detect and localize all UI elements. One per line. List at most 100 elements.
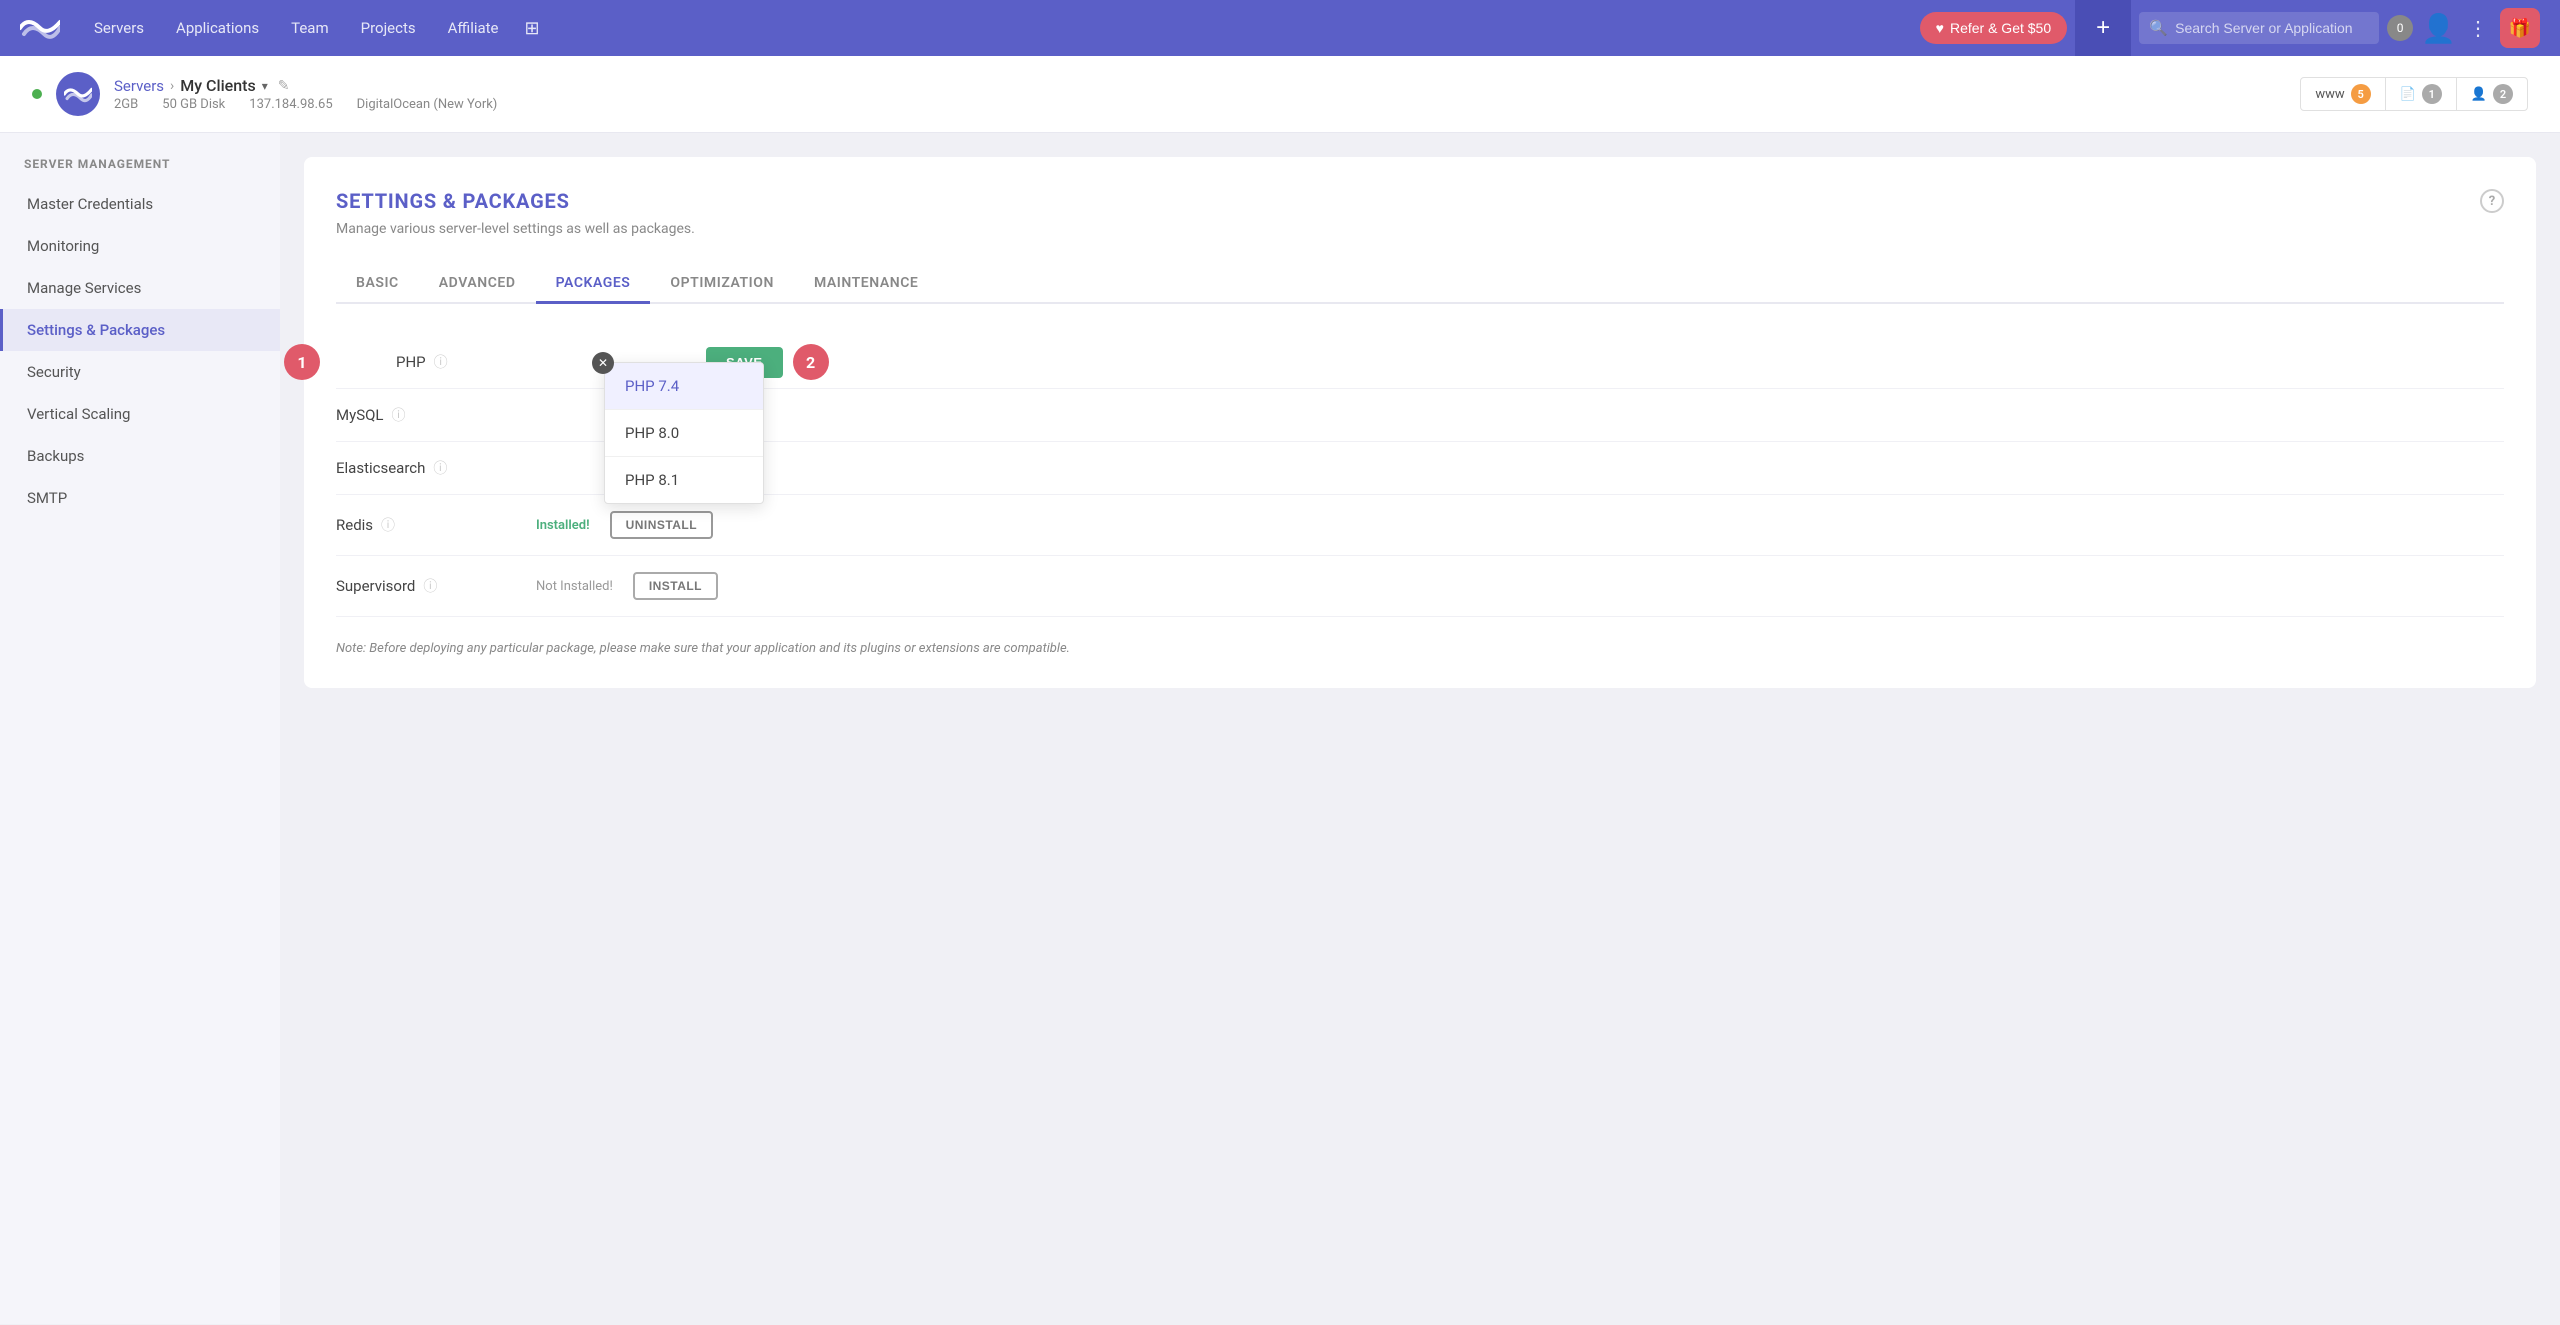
sidebar-item-vertical-scaling[interactable]: Vertical Scaling (0, 393, 280, 435)
breadcrumb: Servers › My Clients ▾ ✎ (114, 76, 497, 95)
supervisord-info-icon[interactable]: ⓘ (423, 576, 437, 596)
nav-team[interactable]: Team (277, 11, 343, 45)
redis-info-icon[interactable]: ⓘ (381, 515, 395, 535)
server-provider-logo (56, 72, 100, 116)
sidebar-item-monitoring[interactable]: Monitoring (0, 225, 280, 267)
supervisord-install-button[interactable]: INSTALL (633, 572, 718, 600)
help-icon[interactable]: ? (2480, 189, 2504, 213)
notification-badge[interactable]: 0 (2387, 15, 2413, 41)
tab-advanced[interactable]: ADVANCED (419, 265, 536, 304)
sidebar-item-master-credentials[interactable]: Master Credentials (0, 183, 280, 225)
redis-control: Installed! UNINSTALL (536, 511, 713, 539)
redis-name: Redis (336, 516, 373, 534)
redis-status: Installed! (536, 518, 590, 533)
step-2-badge: 2 (793, 344, 829, 380)
server-ram: 2GB (114, 97, 138, 112)
refer-button[interactable]: ♥ Refer & Get $50 (1920, 12, 2067, 44)
step-1-badge: 1 (284, 344, 320, 380)
php-name: PHP (396, 353, 426, 371)
tabs: BASIC ADVANCED PACKAGES OPTIMIZATION MAI… (336, 265, 2504, 304)
server-edit-icon[interactable]: ✎ (278, 78, 290, 94)
search-input[interactable] (2139, 12, 2379, 44)
badge-group: www 5 📄 1 👤 2 (2300, 77, 2528, 111)
content-area: ? SETTINGS & PACKAGES Manage various ser… (280, 133, 2560, 1324)
package-row-redis: Redis ⓘ Installed! UNINSTALL (336, 495, 2504, 556)
server-ip: 137.184.98.65 (249, 97, 332, 112)
grid-icon[interactable]: ⊞ (517, 10, 548, 47)
nav-affiliate[interactable]: Affiliate (434, 11, 513, 45)
mysql-name: MySQL (336, 406, 384, 424)
nav-applications[interactable]: Applications (162, 11, 273, 45)
tab-packages[interactable]: PACKAGES (536, 265, 651, 304)
server-meta: 2GB 50 GB Disk 137.184.98.65 DigitalOcea… (114, 97, 497, 112)
server-provider: DigitalOcean (New York) (357, 97, 498, 112)
content-card: ? SETTINGS & PACKAGES Manage various ser… (304, 157, 2536, 688)
nav-projects[interactable]: Projects (347, 11, 430, 45)
servers-breadcrumb-link[interactable]: Servers (114, 77, 164, 95)
server-info: Servers › My Clients ▾ ✎ 2GB 50 GB Disk … (32, 72, 497, 116)
redis-uninstall-button[interactable]: UNINSTALL (610, 511, 713, 539)
avatar[interactable]: 👤 (2421, 12, 2456, 45)
heart-icon: ♥ (1936, 20, 1944, 36)
server-status-dot (32, 89, 42, 99)
supervisord-label: Supervisord ⓘ (336, 576, 536, 596)
badge-users[interactable]: 👤 2 (2457, 78, 2527, 110)
server-name: My Clients (180, 76, 255, 95)
supervisord-name: Supervisord (336, 577, 415, 595)
search-wrapper: 🔍 (2139, 12, 2379, 44)
badge-www[interactable]: www 5 (2301, 78, 2385, 110)
users-icon: 👤 (2471, 87, 2487, 102)
users-count: 2 (2493, 84, 2513, 104)
plus-button[interactable]: + (2075, 0, 2131, 56)
logo[interactable] (20, 14, 60, 42)
php-info-icon[interactable]: ⓘ (434, 352, 448, 372)
php-label: PHP ⓘ (396, 352, 596, 372)
page-title: SETTINGS & PACKAGES (336, 189, 2504, 213)
dropdown-close-button[interactable]: ✕ (592, 352, 614, 374)
mysql-label: MySQL ⓘ (336, 405, 536, 425)
tab-optimization[interactable]: OPTIMIZATION (650, 265, 794, 304)
php-option-80[interactable]: PHP 8.0 (605, 410, 763, 457)
www-count: 5 (2351, 84, 2371, 104)
www-label: www (2315, 87, 2344, 102)
server-name-dropdown[interactable]: ▾ (262, 79, 268, 93)
gift-button[interactable]: 🎁 (2500, 8, 2540, 48)
redis-label: Redis ⓘ (336, 515, 536, 535)
package-row-supervisord: Supervisord ⓘ Not Installed! INSTALL (336, 556, 2504, 617)
elasticsearch-info-icon[interactable]: ⓘ (433, 458, 447, 478)
top-navigation: Servers Applications Team Projects Affil… (0, 0, 2560, 56)
supervisord-control: Not Installed! INSTALL (536, 572, 718, 600)
sidebar: Server Management Master Credentials Mon… (0, 133, 280, 1324)
sidebar-item-smtp[interactable]: SMTP (0, 477, 280, 519)
file-icon: 📄 (2400, 87, 2416, 102)
elasticsearch-name: Elasticsearch (336, 459, 425, 477)
server-badges: www 5 📄 1 👤 2 (2300, 77, 2528, 111)
supervisord-status: Not Installed! (536, 579, 613, 594)
php-option-81[interactable]: PHP 8.1 (605, 457, 763, 503)
nav-servers[interactable]: Servers (80, 11, 158, 45)
main-layout: Server Management Master Credentials Mon… (0, 133, 2560, 1324)
nav-links: Servers Applications Team Projects Affil… (80, 10, 1920, 47)
elasticsearch-label: Elasticsearch ⓘ (336, 458, 536, 478)
breadcrumb-arrow: › (170, 78, 174, 94)
menu-dots-icon[interactable]: ⋮ (2464, 12, 2492, 44)
sidebar-item-settings-packages[interactable]: Settings & Packages (0, 309, 280, 351)
page-subtitle: Manage various server-level settings as … (336, 221, 2504, 237)
sidebar-item-security[interactable]: Security (0, 351, 280, 393)
mysql-info-icon[interactable]: ⓘ (392, 405, 406, 425)
tab-maintenance[interactable]: MAINTENANCE (794, 265, 938, 304)
server-details: Servers › My Clients ▾ ✎ 2GB 50 GB Disk … (114, 76, 497, 112)
sidebar-item-manage-services[interactable]: Manage Services (0, 267, 280, 309)
files-count: 1 (2422, 84, 2442, 104)
compatibility-note: Note: Before deploying any particular pa… (336, 641, 2504, 656)
sidebar-section-title: Server Management (0, 157, 280, 183)
package-row-php: 1 PHP ⓘ ✕ PHP 7.4 PHP 8.0 PHP 8.1 SA (336, 336, 2504, 389)
php-option-74[interactable]: PHP 7.4 (605, 363, 763, 410)
php-dropdown-menu: PHP 7.4 PHP 8.0 PHP 8.1 (604, 362, 764, 504)
nav-right: ♥ Refer & Get $50 + 🔍 0 👤 ⋮ 🎁 (1920, 0, 2540, 56)
tab-basic[interactable]: BASIC (336, 265, 419, 304)
sidebar-item-backups[interactable]: Backups (0, 435, 280, 477)
server-disk: 50 GB Disk (162, 97, 225, 112)
server-header: Servers › My Clients ▾ ✎ 2GB 50 GB Disk … (0, 56, 2560, 133)
badge-files[interactable]: 📄 1 (2386, 78, 2457, 110)
